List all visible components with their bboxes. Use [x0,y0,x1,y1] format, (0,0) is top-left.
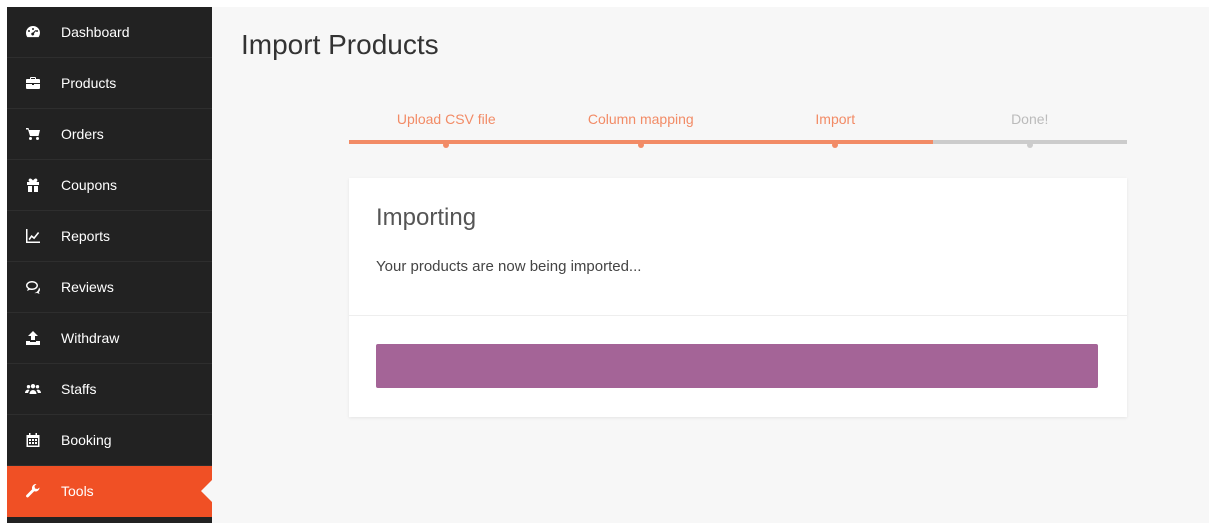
card-title: Importing [376,204,477,231]
dashboard-icon [25,24,41,40]
wrench-icon [25,483,41,499]
sidebar-item-label: Dashboard [61,24,130,40]
step-upload-csv: Upload CSV file [349,105,544,149]
briefcase-icon [25,75,41,91]
main-content: Import Products Upload CSV file Column m… [212,7,1209,523]
sidebar-item-products[interactable]: Products [7,58,212,109]
step-done: Done! [932,105,1127,149]
gift-icon [25,177,41,193]
step-label: Import [815,111,856,127]
step-label: Column mapping [587,111,694,127]
import-progress-bar [376,344,1098,388]
step-label: Upload CSV file [396,111,496,127]
sidebar-item-label: Booking [61,432,112,448]
card-description: Your products are now being imported... [376,258,642,275]
step-dot [443,142,450,148]
sidebar-item-label: Staffs [61,381,97,397]
step-dot [1026,142,1033,148]
step-import: Import [738,105,933,149]
sidebar-item-coupons[interactable]: Coupons [7,160,212,211]
sidebar-item-label: Orders [61,126,104,142]
upload-icon [25,330,41,346]
card-header: Importing Your products are now being im… [349,178,1127,316]
step-dot [832,142,839,148]
cart-icon [25,126,41,142]
import-card: Importing Your products are now being im… [349,178,1127,417]
sidebar-item-orders[interactable]: Orders [7,109,212,160]
sidebar: Dashboard Products Orders Coupons Report… [7,7,212,523]
sidebar-item-tools[interactable]: Tools [7,466,212,517]
step-column-mapping: Column mapping [543,105,738,149]
sidebar-item-label: Reports [61,228,111,244]
sidebar-item-label: Products [61,75,117,91]
sidebar-item-reviews[interactable]: Reviews [7,262,212,313]
sidebar-item-booking[interactable]: Booking [7,415,212,466]
step-label: Done! [1011,111,1049,127]
sidebar-item-label: Tools [61,483,94,499]
calendar-icon [25,432,41,448]
import-stepper: Upload CSV file Column mapping Import Do… [349,105,1127,149]
page-title: Import Products [241,29,439,60]
sidebar-item-staffs[interactable]: Staffs [7,364,212,415]
sidebar-item-label: Withdraw [61,330,120,346]
sidebar-item-dashboard[interactable]: Dashboard [7,7,212,58]
comments-icon [25,279,41,295]
sidebar-item-withdraw[interactable]: Withdraw [7,313,212,364]
sidebar-item-reports[interactable]: Reports [7,211,212,262]
step-dot [637,142,644,148]
line-chart-icon [25,228,41,244]
users-icon [25,381,41,397]
sidebar-item-label: Coupons [61,177,118,193]
progress-fill [376,344,1098,388]
sidebar-item-label: Reviews [61,279,114,295]
